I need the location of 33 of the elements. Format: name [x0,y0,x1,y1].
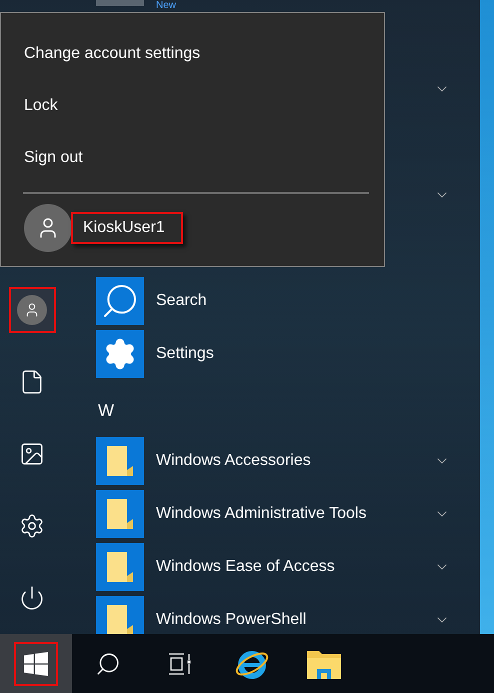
folder-icon [107,499,133,529]
app-tile[interactable] [96,277,144,325]
app-label[interactable]: Windows Ease of Access [156,558,434,576]
app-label[interactable]: Search [156,292,450,310]
user-avatar-icon [24,204,72,252]
task-view-icon [168,652,192,674]
folder-icon [107,446,133,476]
user-name[interactable]: KioskUser1 [71,212,183,244]
windows-logo-icon [24,652,48,676]
power-icon [19,585,45,611]
app-tile[interactable] [96,437,144,485]
search-icon [95,650,121,676]
app-tile[interactable] [96,596,144,634]
menu-item[interactable]: Sign out [24,132,366,184]
app-tile[interactable] [96,543,144,591]
menu-item[interactable]: Change account settings [24,28,366,80]
menu-item[interactable]: Lock [24,80,366,132]
app-tile[interactable] [96,330,144,378]
user-avatar-icon [17,295,47,325]
picture-icon [19,441,45,467]
start-button[interactable] [0,634,72,693]
app-label: New [156,0,176,11]
folder-icon [307,648,341,678]
app-label[interactable]: Windows PowerShell [156,611,434,629]
app-label[interactable]: Settings [156,345,450,363]
app-label[interactable]: Windows Administrative Tools [156,505,434,523]
app-label[interactable]: Windows Accessories [156,452,434,470]
account-button[interactable] [8,287,56,333]
letter-heading[interactable]: W [98,394,114,420]
app-tile [96,0,144,6]
app-tile[interactable] [96,490,144,538]
folder-icon [107,605,133,634]
folder-icon [107,552,133,582]
